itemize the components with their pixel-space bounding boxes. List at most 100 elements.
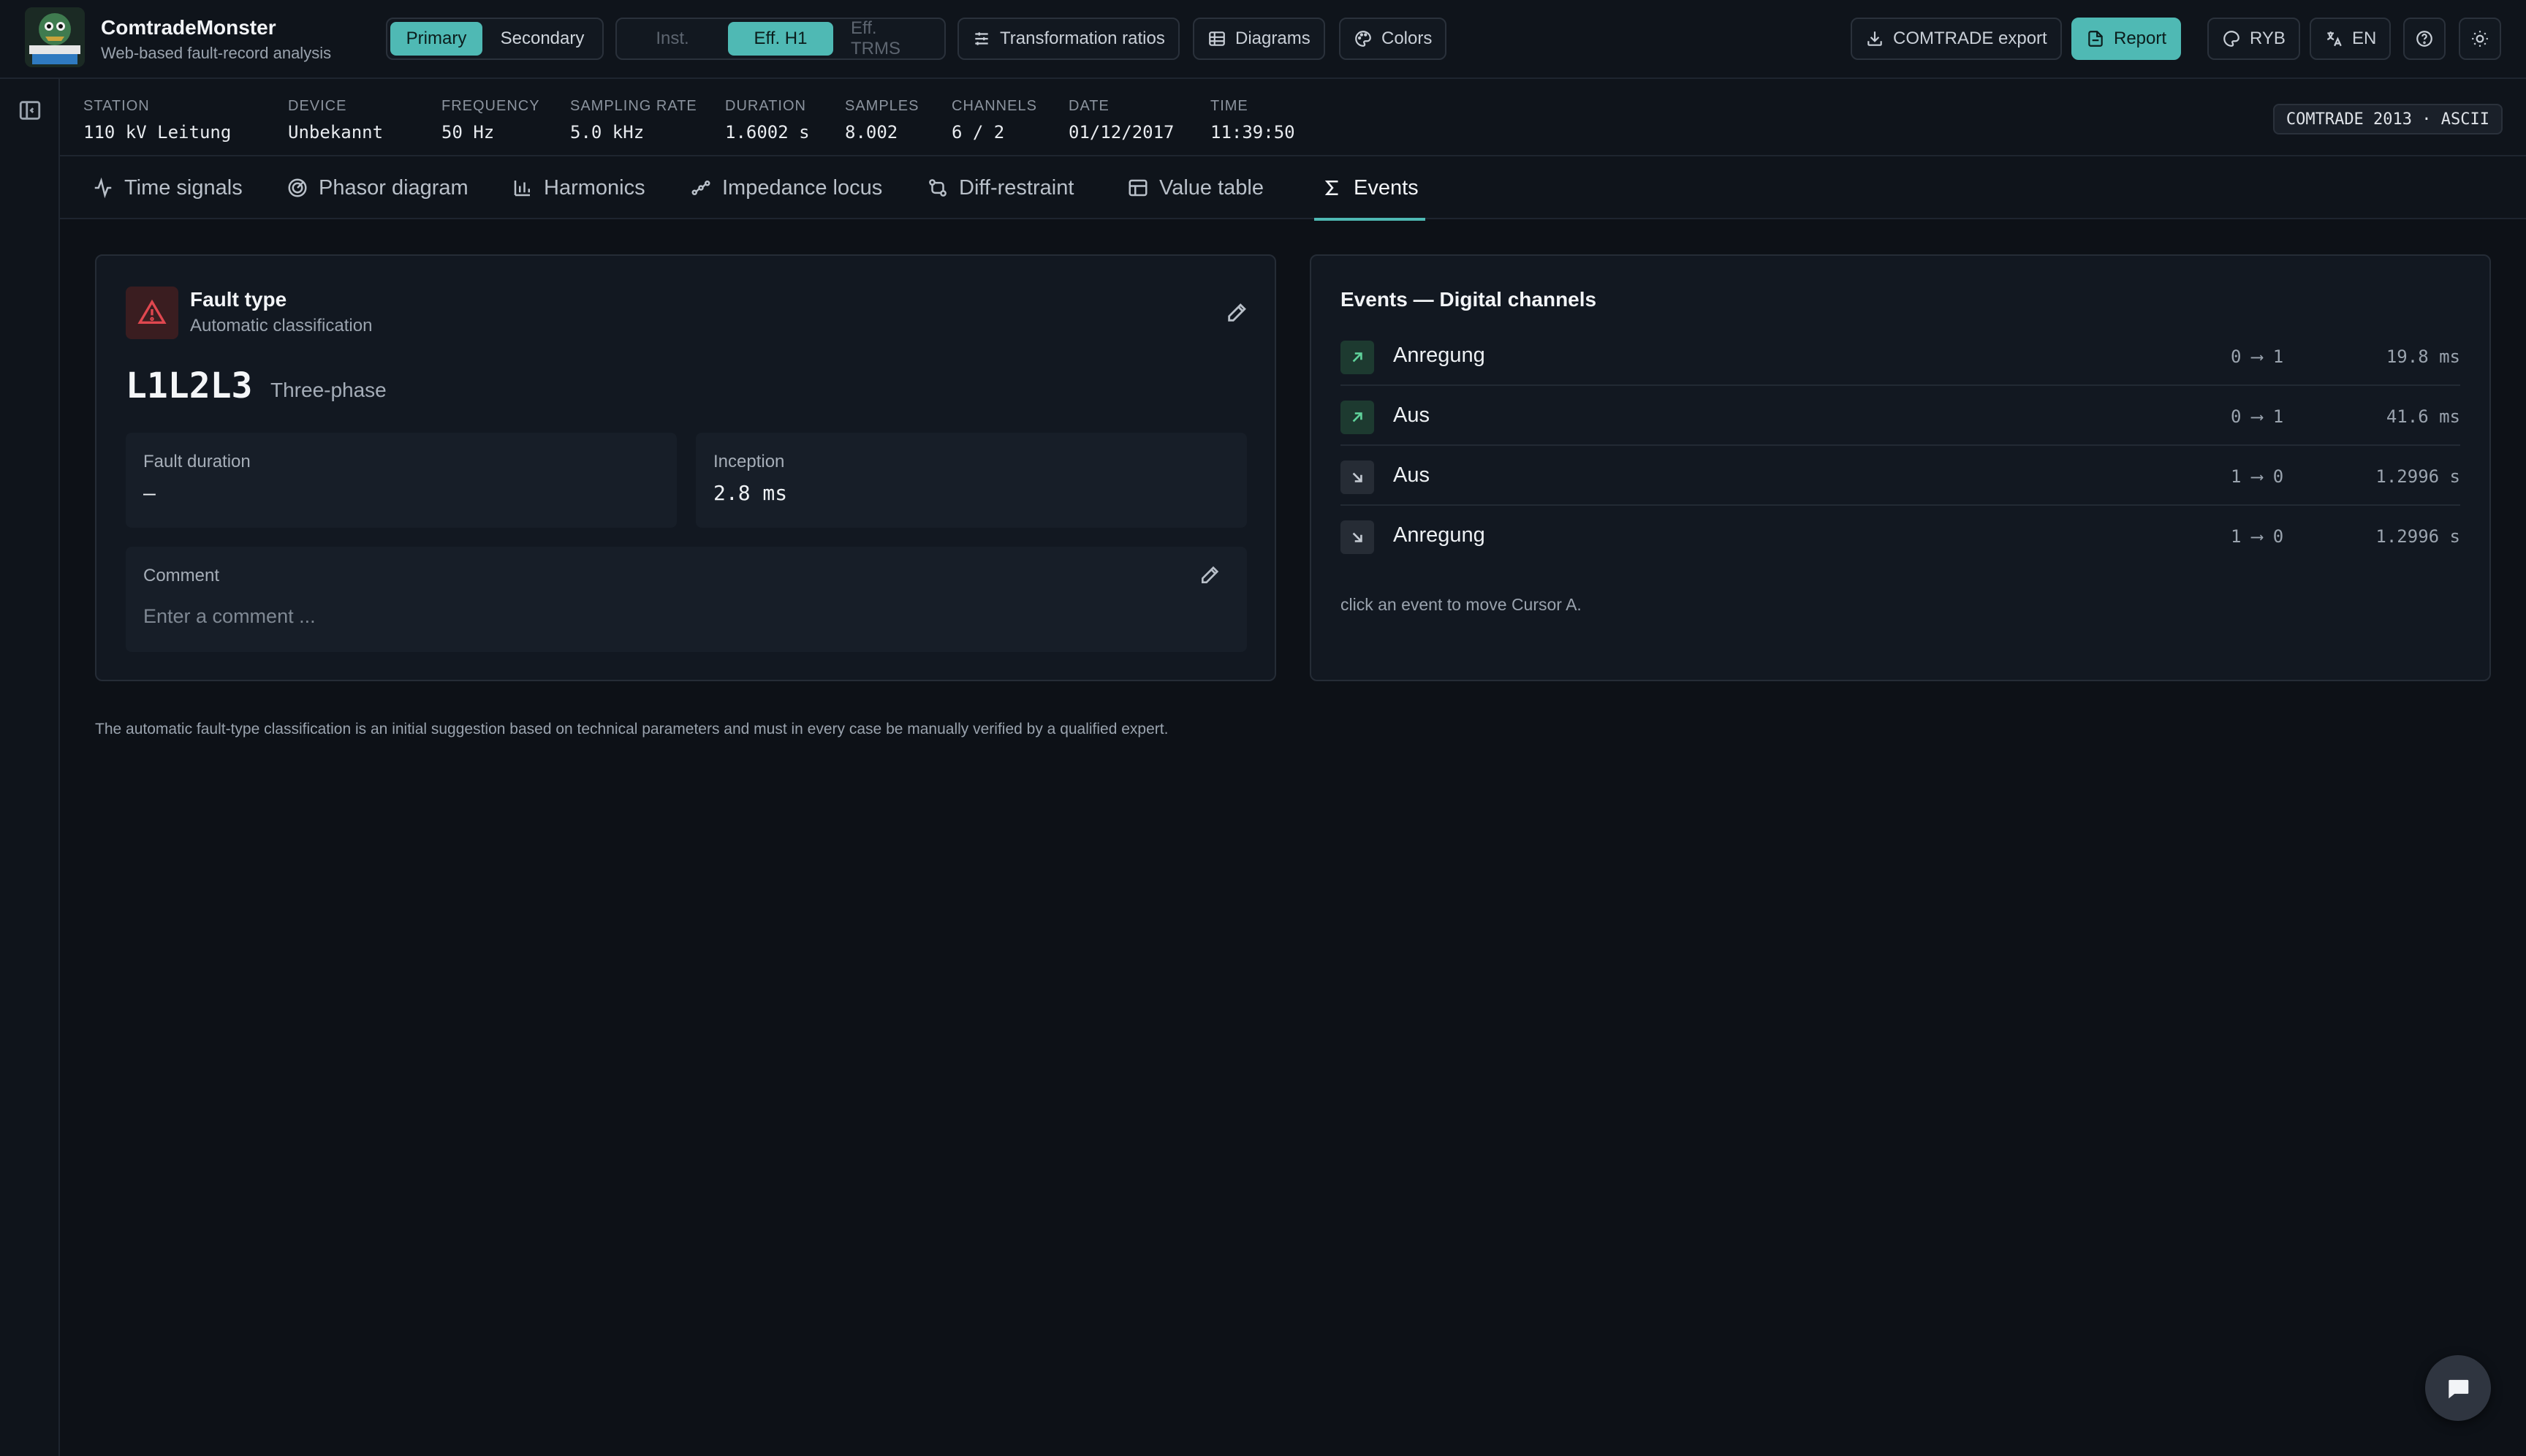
language-label: EN: [2352, 29, 2377, 48]
tab-time-signals[interactable]: Time signals: [89, 156, 246, 219]
meta-date-key: DATE: [1069, 98, 1110, 114]
fault-type-card: Fault type Automatic classification L1L2…: [95, 254, 1276, 681]
target-icon: [288, 178, 307, 197]
tab-value-table[interactable]: Value table: [1124, 156, 1267, 219]
comtrade-export-button[interactable]: COMTRADE export: [1851, 18, 2062, 60]
meta-device-value: Unbekannt: [288, 122, 384, 143]
comment-input[interactable]: [143, 605, 1167, 628]
translate-icon: [2326, 31, 2342, 47]
meta-sampling-rate-key: SAMPLING RATE: [570, 98, 697, 114]
view-mode-toggle: Primary Secondary: [386, 18, 604, 60]
tab-phasor-diagram-label: Phasor diagram: [319, 175, 469, 200]
tab-phasor-diagram[interactable]: Phasor diagram: [284, 156, 471, 219]
left-rail: [0, 79, 60, 1456]
event-channel: Anregung: [1393, 344, 1485, 367]
meta-sampling-rate-value: 5.0 kHz: [570, 122, 645, 143]
comment-box: Comment: [126, 547, 1247, 652]
app-title: ComtradeMonster: [101, 16, 276, 39]
tab-value-table-label: Value table: [1159, 175, 1264, 200]
fault-icon-box: [126, 287, 178, 339]
event-row[interactable]: Anregung 0 ⟶ 1 19.8 ms: [1340, 326, 2460, 386]
fault-duration-box: Fault duration –: [126, 433, 677, 528]
inst-button[interactable]: Inst.: [620, 22, 725, 56]
download-icon: [1867, 31, 1882, 46]
meta-station-value: 110 kV Leitung: [83, 122, 232, 143]
event-time: 41.6 ms: [2386, 406, 2460, 427]
meta-sampling-rate: SAMPLING RATE 5.0 kHz: [570, 98, 697, 143]
edit-comment-icon[interactable]: [1199, 563, 1222, 586]
diagrams-label: Diagrams: [1235, 29, 1311, 48]
transformation-ratios-label: Transformation ratios: [1000, 29, 1165, 48]
language-button[interactable]: EN: [2310, 18, 2392, 60]
palette-icon: [2223, 31, 2239, 47]
tab-events[interactable]: Events: [1314, 156, 1425, 221]
app-logo: [25, 7, 85, 67]
primary-button[interactable]: Primary: [390, 22, 482, 56]
event-row[interactable]: Anregung 1 ⟶ 0 1.2996 s: [1340, 506, 2460, 566]
meta-frequency-key: FREQUENCY: [441, 98, 540, 114]
transformation-ratios-button[interactable]: Transformation ratios: [957, 18, 1180, 60]
event-time: 1.2996 s: [2375, 526, 2460, 547]
falling-edge-icon: [1340, 520, 1374, 554]
bar-chart-icon: [514, 181, 530, 197]
fault-duration-label: Fault duration: [143, 452, 251, 471]
events-hint: click an event to move Cursor A.: [1340, 595, 1582, 614]
top-bar: ComtradeMonster Web-based fault-record a…: [0, 0, 2526, 79]
locus-icon: [691, 181, 710, 195]
eff-h1-button[interactable]: Eff. H1: [728, 22, 833, 56]
eff-trms-button[interactable]: Eff. TRMS: [836, 18, 941, 58]
meta-duration-key: DURATION: [725, 98, 806, 114]
table-icon: [1129, 179, 1148, 197]
palette-icon: [1355, 31, 1371, 47]
colors-button[interactable]: Colors: [1339, 18, 1447, 60]
theme-toggle-button[interactable]: [2459, 18, 2501, 60]
tab-impedance-locus[interactable]: Impedance locus: [687, 156, 885, 219]
meta-samples-value: 8.002: [845, 122, 898, 143]
meta-device: DEVICE Unbekannt: [288, 98, 383, 143]
tab-events-label: Events: [1354, 175, 1419, 200]
edit-fault-type-icon[interactable]: [1225, 300, 1250, 325]
event-channel: Aus: [1393, 403, 1430, 427]
sidebar-toggle-icon[interactable]: [18, 98, 42, 123]
tab-diff-restraint[interactable]: Diff-restraint: [924, 156, 1077, 219]
fault-duration-value: –: [143, 481, 156, 505]
sun-icon: [2472, 31, 2488, 47]
event-time: 19.8 ms: [2386, 346, 2460, 367]
event-transition: 1 ⟶ 0: [2231, 466, 2284, 487]
format-badge: COMTRADE 2013 · ASCII: [2272, 104, 2503, 134]
comment-label: Comment: [143, 566, 220, 585]
phase-scheme-button[interactable]: RYB: [2207, 18, 2300, 60]
value-mode-toggle: Inst. Eff. H1 Eff. TRMS: [615, 18, 946, 60]
list-icon: [1209, 31, 1225, 46]
report-label: Report: [2114, 29, 2167, 48]
meta-time-key: TIME: [1210, 98, 1248, 114]
meta-channels-key: CHANNELS: [952, 98, 1037, 114]
meta-frequency-value: 50 Hz: [441, 122, 495, 143]
events-title: Events — Digital channels: [1340, 288, 1597, 311]
tab-harmonics[interactable]: Harmonics: [509, 156, 648, 219]
diagrams-button[interactable]: Diagrams: [1193, 18, 1325, 60]
rising-edge-icon: [1340, 341, 1374, 374]
event-channel: Aus: [1393, 463, 1430, 487]
secondary-button[interactable]: Secondary: [485, 22, 599, 56]
help-button[interactable]: [2403, 18, 2446, 60]
inception-box: Inception 2.8 ms: [696, 433, 1247, 528]
event-transition: 1 ⟶ 0: [2231, 526, 2284, 547]
meta-channels-value: 6 / 2: [952, 122, 1005, 143]
event-row[interactable]: Aus 0 ⟶ 1 41.6 ms: [1340, 386, 2460, 446]
chat-button[interactable]: [2425, 1355, 2491, 1421]
inception-label: Inception: [713, 452, 785, 471]
tab-impedance-locus-label: Impedance locus: [722, 175, 883, 200]
record-meta-bar: STATION 110 kV Leitung DEVICE Unbekannt …: [60, 79, 2526, 156]
chat-icon: [2449, 1379, 2469, 1399]
classification-disclaimer: The automatic fault-type classification …: [95, 721, 1169, 738]
fault-type-subtitle: Automatic classification: [190, 316, 373, 335]
falling-edge-icon: [1340, 460, 1374, 494]
help-circle-icon: [2416, 31, 2432, 47]
event-row[interactable]: Aus 1 ⟶ 0 1.2996 s: [1340, 446, 2460, 506]
meta-device-key: DEVICE: [288, 98, 347, 114]
meta-samples: SAMPLES 8.002: [845, 98, 919, 143]
app-subtitle: Web-based fault-record analysis: [101, 44, 332, 62]
report-button[interactable]: Report: [2071, 18, 2182, 60]
tab-time-signals-label: Time signals: [124, 175, 243, 200]
